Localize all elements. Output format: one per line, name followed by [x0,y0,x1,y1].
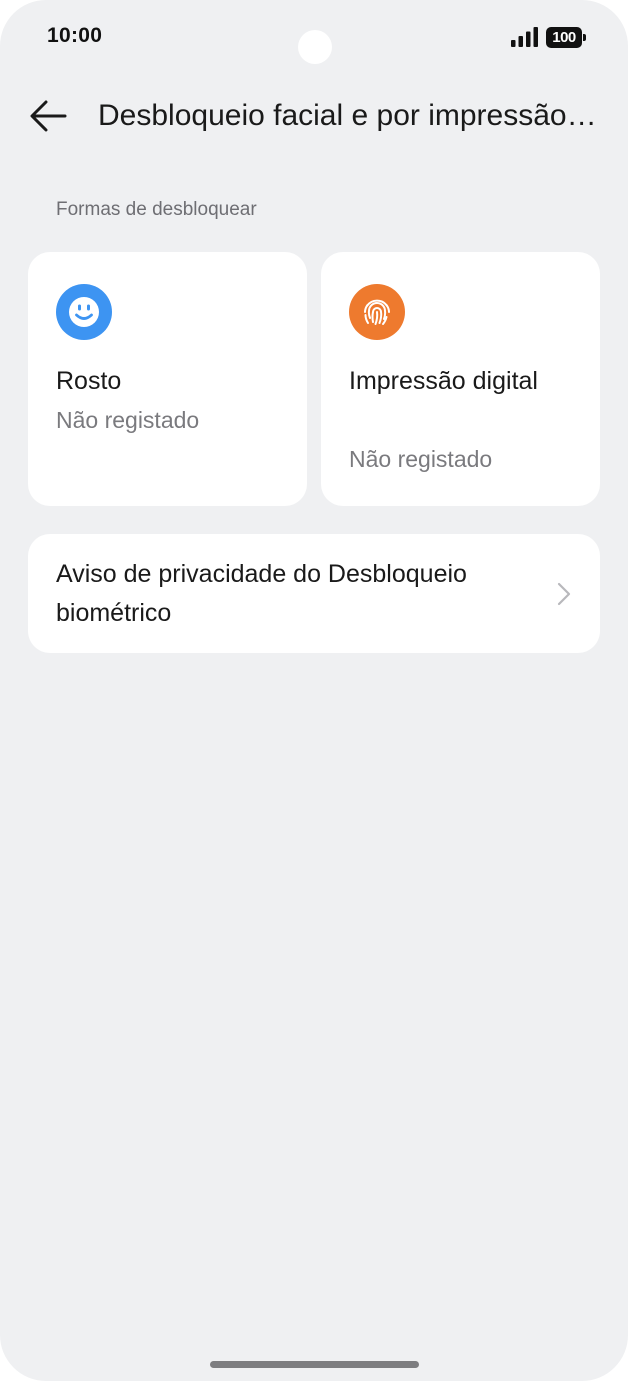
section-label: Formas de desbloquear [56,199,257,220]
fingerprint-unlock-title: Impressão digital [349,367,538,395]
face-icon [56,284,112,340]
fingerprint-unlock-status: Não registado [349,446,493,472]
status-time: 10:00 [47,24,103,47]
status-bar: 10:00 100 [0,0,628,76]
phone-screen: 10:00 100 Desbloqueio facial e por impre… [0,0,628,1381]
page-title: Desbloqueio facial e por impressão digit… [98,99,598,132]
face-unlock-status: Não registado [56,407,200,433]
home-indicator[interactable] [210,1361,419,1368]
top-app-bar: Desbloqueio facial e por impressão digit… [0,88,628,144]
signal-icon [511,27,538,47]
face-unlock-card[interactable]: Rosto Não registado [28,252,307,506]
battery-icon: 100 [546,27,586,48]
privacy-notice-label: Aviso de privacidade do Desbloqueio biom… [56,560,467,627]
front-camera [298,30,332,64]
chevron-right-icon [557,582,571,606]
fingerprint-icon [349,284,405,340]
battery-level: 100 [552,29,576,46]
back-arrow-icon [30,100,67,132]
face-unlock-title: Rosto [56,367,122,395]
back-button[interactable] [24,94,72,138]
battery-tip [583,34,586,41]
biometric-privacy-notice-item[interactable]: Aviso de privacidade do Desbloqueio biom… [28,534,600,653]
fingerprint-unlock-card[interactable]: Impressão digital Não registado [321,252,600,506]
